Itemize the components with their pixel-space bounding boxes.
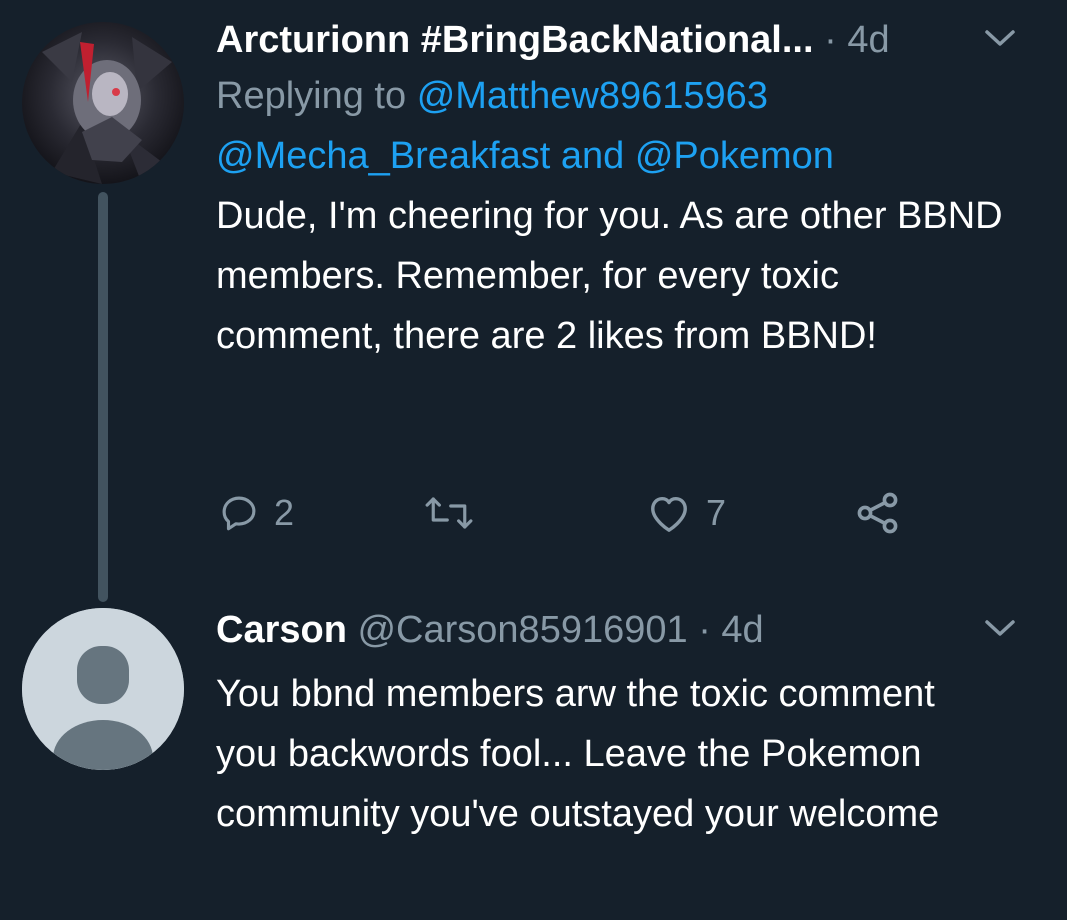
retweet-icon [425, 497, 473, 529]
tweet-actions: 2 7 [218, 488, 918, 538]
tweet-arcturionn[interactable]: Arcturionn #BringBackNational... · 4d Re… [0, 0, 1067, 602]
separator-dot: · [824, 19, 837, 61]
replying-and: and [560, 135, 625, 177]
share-button[interactable] [854, 488, 902, 538]
avatar-carson[interactable] [22, 608, 184, 770]
like-count: 7 [706, 492, 727, 533]
mention-mecha-breakfast[interactable]: @Mecha_Breakfast [216, 135, 550, 177]
thread-line [98, 192, 108, 602]
retweet-button[interactable] [424, 488, 474, 538]
display-name[interactable]: Carson [216, 609, 347, 651]
timestamp[interactable]: 4d [721, 609, 763, 651]
separator-dot: · [698, 609, 711, 651]
reply-icon [222, 496, 256, 531]
chevron-down-icon[interactable] [983, 26, 1017, 50]
share-icon [857, 492, 898, 534]
display-name[interactable]: Arcturionn #BringBackNational... [216, 19, 814, 61]
reply-count: 2 [274, 492, 295, 533]
like-button[interactable]: 7 [646, 488, 726, 538]
user-handle[interactable]: @Carson85916901 [357, 609, 687, 651]
default-avatar-icon [22, 608, 184, 770]
replying-to: Replying to @Matthew89615963 @Mecha_Brea… [216, 66, 1047, 186]
mention-matthew[interactable]: @Matthew89615963 [417, 75, 768, 117]
replying-prefix: Replying to [216, 75, 407, 117]
avatar-arcturionn[interactable] [22, 22, 184, 184]
tweet-header: Arcturionn #BringBackNational... · 4d [216, 18, 1047, 62]
tweet-header: Carson @Carson85916901 · 4d [216, 608, 1047, 652]
heart-icon [651, 496, 687, 532]
tweet-text: Dude, I'm cheering for you. As are other… [216, 195, 1003, 357]
avatar-image [22, 22, 184, 184]
reply-button[interactable]: 2 [218, 488, 294, 538]
tweet-carson[interactable]: Carson @Carson85916901 · 4d You bbnd mem… [0, 600, 1067, 920]
chevron-down-icon[interactable] [983, 616, 1017, 640]
mention-pokemon[interactable]: @Pokemon [635, 135, 834, 177]
timestamp[interactable]: 4d [847, 19, 889, 61]
tweet-text: You bbnd members arw the toxic comment y… [216, 673, 940, 835]
